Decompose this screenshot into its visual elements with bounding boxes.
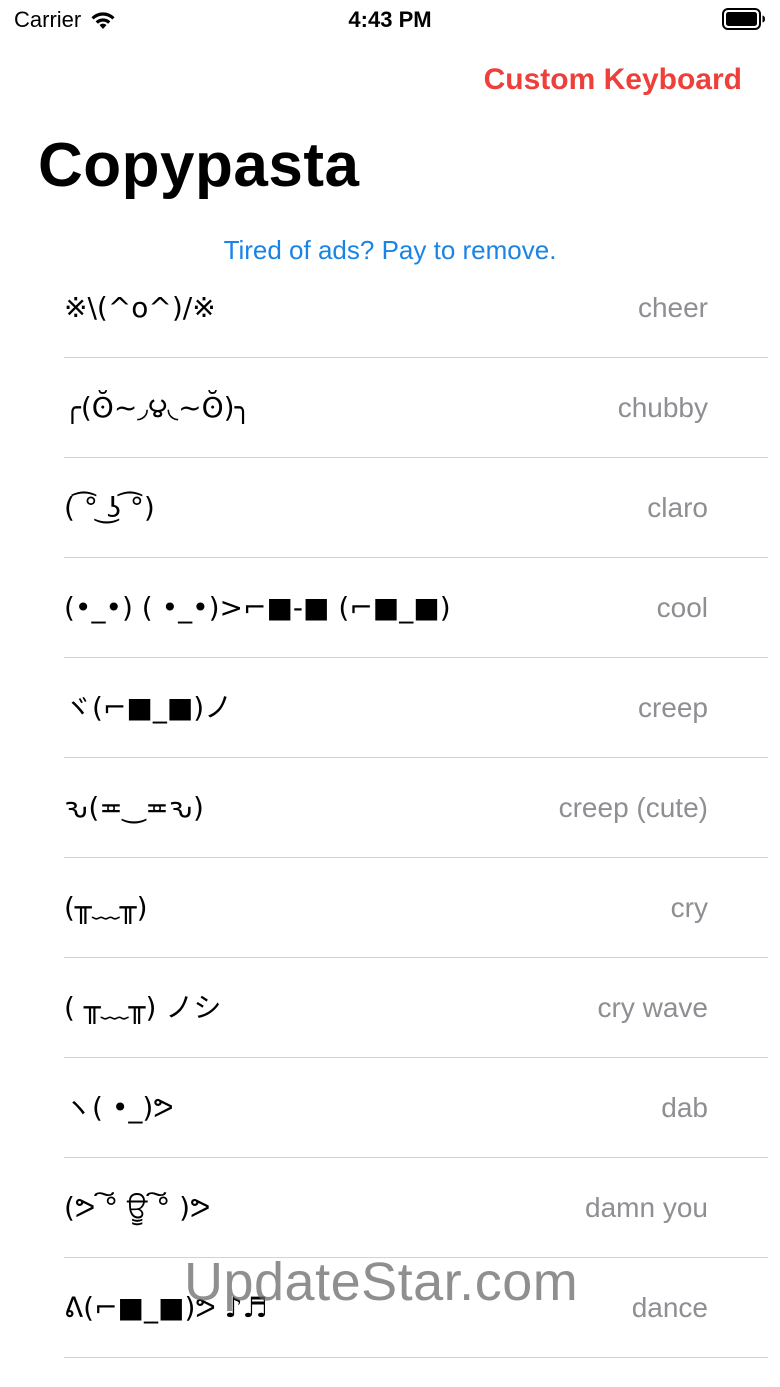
list-item-emoticon: ヾ(⌐■_■)ノ — [64, 691, 233, 724]
list-item-emoticon: ╭(ʘ̆~◞౪◟~ʘ̆)╮ — [64, 391, 252, 424]
list-item-label: chubby — [617, 392, 708, 423]
list-item-creep[interactable]: ヾ(⌐■_■)ノ creep — [0, 658, 780, 758]
list-item-label: cry — [670, 892, 708, 923]
list-item-creep-cute[interactable]: ԅ(≖‿≖ԅ) creep (cute) — [0, 758, 780, 858]
list-item-emoticon: ( ͡° ͜ʖ ͡°) — [64, 491, 155, 524]
list-item-cool[interactable]: (•_•) ( •_•)>⌐■-■ (⌐■_■) cool — [0, 558, 780, 658]
page-title: Copypasta — [38, 131, 360, 200]
list-item-emoticon: ԅ(≖‿≖ԅ) — [64, 791, 204, 824]
list-item-cheer[interactable]: ※\(^o^)/※ cheer — [0, 258, 780, 358]
custom-keyboard-button[interactable]: Custom Keyboard — [484, 60, 742, 100]
list-item-label: creep (cute) — [558, 792, 708, 823]
list-item-dab[interactable]: ヽ( •_)ᕗ dab — [0, 1058, 780, 1158]
status-bar: Carrier 4:43 PM — [0, 0, 780, 40]
list-item-cry[interactable]: (╥﹏╥) cry — [0, 858, 780, 958]
copypasta-list: ※\(^o^)/※ cheer ╭(ʘ̆~◞౪◟~ʘ̆)╮ chubby ( ͡… — [0, 258, 780, 1358]
list-item-label: dance — [631, 1292, 708, 1323]
list-item-label: claro — [647, 492, 708, 523]
list-item-emoticon: (ᕗ ͠° ਊ ͠° )ᕗ — [64, 1191, 211, 1224]
list-item-claro[interactable]: ( ͡° ͜ʖ ͡°) claro — [0, 458, 780, 558]
watermark: UpdateStar.com — [184, 1252, 579, 1312]
list-item-emoticon: ※\(^o^)/※ — [64, 291, 216, 324]
list-item-emoticon: ( ╥﹏╥) ノシ — [64, 991, 222, 1024]
list-item-emoticon: (•_•) ( •_•)>⌐■-■ (⌐■_■) — [64, 591, 451, 624]
list-item-damn-you[interactable]: (ᕗ ͠° ਊ ͠° )ᕗ damn you — [0, 1158, 780, 1258]
list-item-label: cool — [656, 592, 708, 623]
list-item-label: dab — [661, 1092, 708, 1123]
list-item-emoticon: (╥﹏╥) — [64, 891, 148, 924]
list-item-emoticon: ヽ( •_)ᕗ — [64, 1091, 174, 1124]
list-item-label: cheer — [637, 292, 708, 323]
list-item-cry-wave[interactable]: ( ╥﹏╥) ノシ cry wave — [0, 958, 780, 1058]
battery-icon — [722, 8, 766, 30]
status-time: 4:43 PM — [348, 7, 432, 32]
list-item-label: creep — [637, 692, 708, 723]
list-item-label: damn you — [585, 1192, 708, 1223]
list-item-chubby[interactable]: ╭(ʘ̆~◞౪◟~ʘ̆)╮ chubby — [0, 358, 780, 458]
list-item-label: cry wave — [597, 992, 708, 1023]
